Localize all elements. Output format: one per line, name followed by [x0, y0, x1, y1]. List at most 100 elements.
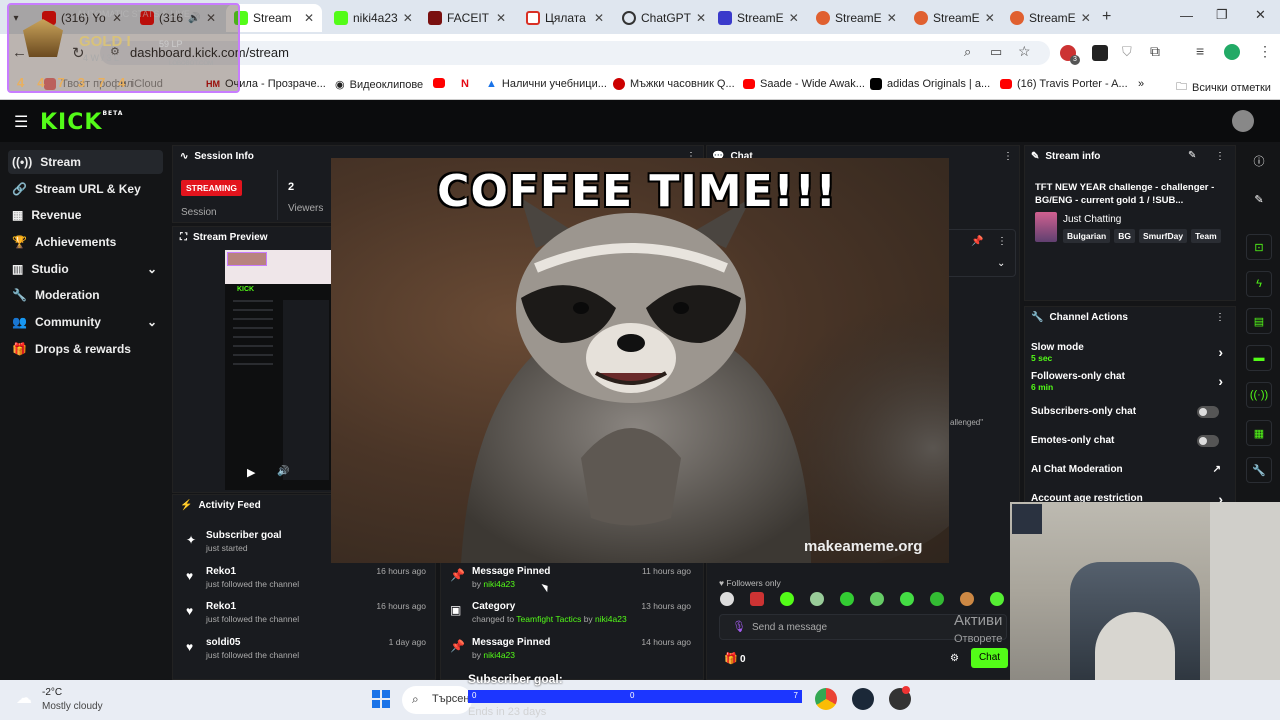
followers-only-row[interactable]: Followers-only chat 6 min › — [1031, 371, 1231, 392]
close-icon[interactable]: ✕ — [985, 11, 995, 25]
chevron-down-icon[interactable]: ⌄ — [997, 258, 1005, 269]
sidebar-item-studio[interactable]: ▥ Studio ⌄ — [8, 257, 163, 281]
browser-tab-10[interactable]: StreamE ✕ — [906, 4, 1000, 32]
all-bookmarks-folder[interactable]: 🗀 Всички отметки — [1176, 78, 1271, 97]
emote-icon[interactable] — [810, 592, 824, 606]
pencil-icon[interactable]: ✎ — [1246, 186, 1272, 212]
emote-icon[interactable] — [870, 592, 884, 606]
emote-icon[interactable] — [960, 592, 974, 606]
action-user[interactable]: niki4a23 — [483, 579, 515, 589]
broadcast-icon[interactable]: ((·)) — [1246, 382, 1272, 408]
hamburger-icon[interactable]: ☰ — [14, 112, 28, 132]
sidebar-item-moderation[interactable]: 🔧 Moderation — [8, 283, 163, 307]
steam-icon[interactable] — [852, 688, 874, 710]
document-icon[interactable]: ▤ — [1246, 308, 1272, 334]
media-icon[interactable]: ≡ — [1196, 43, 1204, 59]
extension-icon[interactable] — [1092, 45, 1108, 61]
sidebar-item-revenue[interactable]: ▦ Revenue — [8, 203, 163, 227]
browser-tab-5[interactable]: FACEIT ✕ — [420, 4, 514, 32]
slow-mode-row[interactable]: Slow mode 5 sec › — [1031, 342, 1231, 363]
browser-tab-active[interactable]: Stream ✕ — [226, 4, 322, 32]
close-icon[interactable]: ✕ — [789, 11, 799, 25]
panel-menu-icon[interactable]: ⋮ — [1215, 151, 1225, 162]
shield-icon[interactable]: ⛉ — [1122, 44, 1132, 60]
volume-icon[interactable]: 🔊 — [277, 466, 289, 477]
maximize-button[interactable]: ❐ — [1216, 7, 1228, 23]
pin-icon[interactable]: 📌 — [971, 236, 983, 247]
emote-icon[interactable] — [750, 592, 764, 606]
bookmark-item[interactable]: Saade - Wide Awak... — [743, 78, 865, 90]
capture-icon[interactable]: ⊡ — [1246, 234, 1272, 260]
edit-icon[interactable]: ✎ — [1188, 150, 1196, 161]
browser-tab-9[interactable]: StreamE ✕ — [808, 4, 904, 32]
category-name[interactable]: Just Chatting — [1063, 214, 1121, 225]
bookmark-item[interactable]: N — [461, 78, 469, 90]
avatar[interactable] — [1224, 44, 1240, 60]
close-icon[interactable]: ✕ — [304, 11, 314, 25]
bookmark-item[interactable]: Мъжки часовник Q... — [613, 78, 735, 90]
browser-tab-8[interactable]: StreamE ✕ — [710, 4, 806, 32]
close-icon[interactable]: ✕ — [696, 11, 706, 25]
menu-icon[interactable]: ⋮ — [1258, 43, 1272, 60]
info-icon[interactable]: ⓘ — [1246, 148, 1272, 174]
browser-tab-6[interactable]: Цялата ✕ — [518, 4, 612, 32]
windows-start-icon[interactable] — [372, 690, 390, 708]
bookmark-item[interactable]: ▲ Налични учебници... — [486, 78, 607, 90]
avatar[interactable] — [1232, 110, 1254, 132]
emote-icon[interactable] — [780, 592, 794, 606]
wrench-icon[interactable]: 🔧 — [1246, 457, 1272, 483]
url-input[interactable]: ⚙ dashboard.kick.com/stream — [100, 41, 1050, 65]
emote-icon[interactable] — [840, 592, 854, 606]
sidebar-item-achievements[interactable]: 🏆 Achievements — [8, 230, 163, 254]
bookmark-item[interactable]: adidas Originals | a... — [870, 78, 990, 90]
bookmark-item[interactable] — [433, 78, 445, 88]
more-bookmarks-icon[interactable]: » — [1138, 78, 1144, 90]
window-close-button[interactable]: ✕ — [1255, 7, 1266, 23]
star-icon[interactable]: ☆ — [1018, 43, 1031, 60]
mic-icon[interactable]: 🎙 — [732, 620, 746, 633]
close-icon[interactable]: ✕ — [403, 11, 413, 25]
action-user[interactable]: niki4a23 — [483, 650, 515, 660]
action-user[interactable]: niki4a23 — [595, 614, 627, 624]
kick-logo[interactable]: KICKBETA — [40, 110, 123, 135]
emote-icon[interactable] — [930, 592, 944, 606]
browser-tab-7[interactable]: ChatGPT ✕ — [614, 4, 708, 32]
sidebar-item-stream[interactable]: ((•)) Stream — [8, 150, 163, 174]
sidebar-item-community[interactable]: 👥 Community ⌄ — [8, 310, 163, 334]
emote-icon[interactable] — [990, 592, 1004, 606]
sidebar-item-drops[interactable]: 🎁 Drops & rewards — [8, 337, 163, 361]
tag[interactable]: Team — [1191, 229, 1221, 243]
play-icon[interactable]: ▶ — [247, 466, 255, 479]
chat-send-button[interactable]: Chat — [971, 648, 1008, 668]
puzzle-icon[interactable]: ⧉ — [1150, 43, 1160, 60]
emote-icon[interactable] — [720, 592, 734, 606]
zoom-search-icon[interactable]: ⌕ — [964, 44, 971, 60]
minimize-button[interactable]: — — [1180, 8, 1193, 23]
action-category[interactable]: Teamfight Tactics — [516, 614, 581, 624]
subscribers-only-toggle[interactable] — [1197, 406, 1219, 418]
panel-menu-icon[interactable]: ⋮ — [1215, 312, 1225, 323]
ai-moderation-row[interactable]: AI Chat Moderation ↗ — [1031, 464, 1231, 475]
close-icon[interactable]: ✕ — [594, 11, 604, 25]
browser-tab-4[interactable]: niki4a23 ✕ — [326, 4, 418, 32]
browser-tab-11[interactable]: StreamE ✕ — [1002, 4, 1094, 32]
close-icon[interactable]: ✕ — [1081, 11, 1091, 25]
tag[interactable]: BG — [1114, 229, 1135, 243]
close-icon[interactable]: ✕ — [887, 11, 897, 25]
more-icon[interactable]: ⋮ — [997, 236, 1007, 247]
sidebar-item-stream-url[interactable]: 🔗 Stream URL & Key — [8, 177, 163, 201]
new-tab-button[interactable]: + — [1102, 8, 1111, 26]
tag[interactable]: Bulgarian — [1063, 229, 1111, 243]
gift-icon[interactable]: 🎁 — [724, 652, 738, 665]
taskbar-search[interactable]: ⌕ Търсене — [402, 686, 476, 714]
tag[interactable]: SmurfDay — [1138, 229, 1188, 243]
preview-video[interactable]: KICK ▶ 🔊 — [225, 250, 331, 490]
chat-bubble-icon[interactable]: ▬ — [1246, 345, 1272, 371]
bookmark-item[interactable]: (16) Travis Porter - A... — [1000, 78, 1128, 90]
chrome-icon[interactable] — [815, 688, 837, 710]
layout-icon[interactable]: ▦ — [1246, 420, 1272, 446]
close-icon[interactable]: ✕ — [496, 11, 506, 25]
weather-temp[interactable]: -2°C — [42, 687, 62, 698]
gear-icon[interactable]: ⚙ — [950, 653, 959, 664]
bookmark-item[interactable]: ◉ Видеоклипове — [335, 78, 423, 92]
